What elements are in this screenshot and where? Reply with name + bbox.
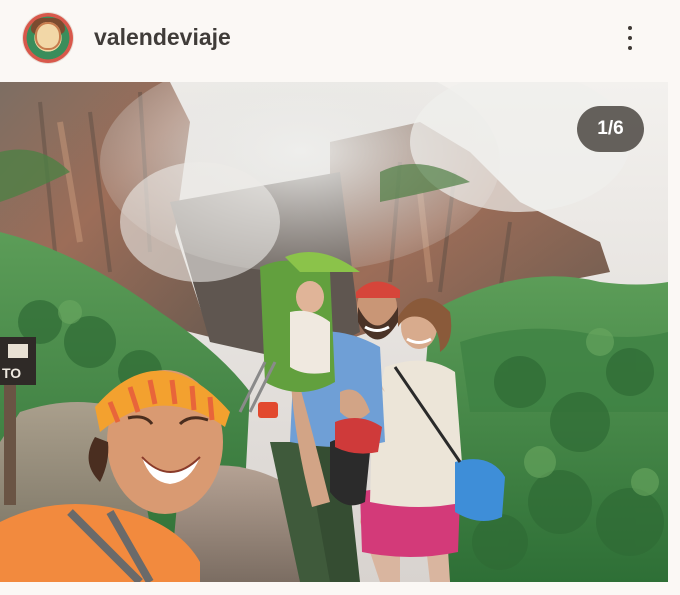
post-header: valendeviaje [0, 0, 680, 82]
dot [628, 36, 632, 40]
more-vertical-icon[interactable] [618, 22, 642, 56]
travel-photo: TO [0, 82, 668, 582]
dot [628, 26, 632, 30]
trail-sign-text: TO [2, 365, 21, 381]
username[interactable]: valendeviaje [94, 24, 231, 51]
dot [628, 46, 632, 50]
profile-avatar[interactable] [23, 13, 73, 63]
photo-counter: 1/6 [577, 106, 644, 152]
post-photo[interactable]: TO [0, 82, 668, 582]
avatar-face [35, 22, 61, 50]
